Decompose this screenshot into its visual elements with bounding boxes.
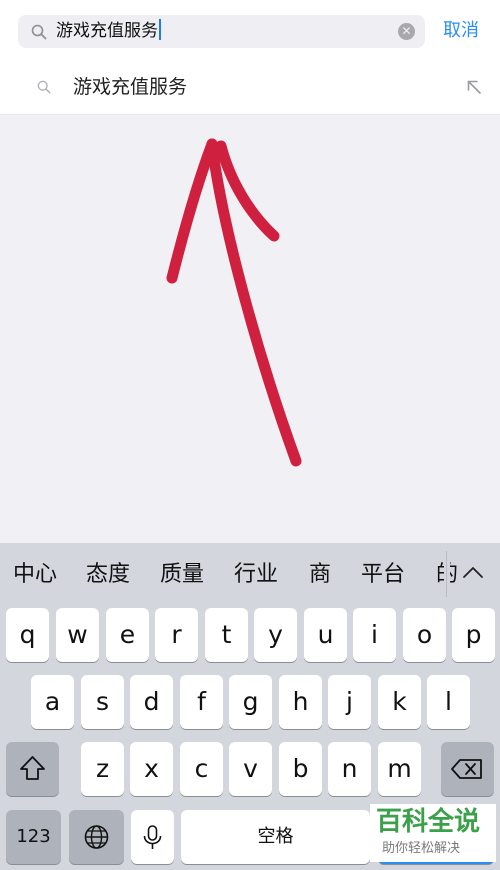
key-label: l [445, 687, 452, 716]
key-label: z [95, 754, 110, 783]
numbers-key[interactable]: 123 [6, 810, 61, 864]
key-f[interactable]: f [180, 675, 223, 729]
key-label: e [119, 620, 136, 649]
key-label: o [416, 620, 433, 649]
key-d[interactable]: d [130, 675, 173, 729]
watermark-title: 百科全说 [376, 807, 481, 837]
key-s[interactable]: s [81, 675, 124, 729]
key-z[interactable]: z [81, 742, 124, 796]
key-label: k [392, 687, 407, 716]
key-label: y [268, 620, 283, 649]
search-icon [37, 80, 51, 94]
annotation-arrow [166, 138, 302, 467]
text-caret [159, 19, 161, 40]
key-label: 123 [16, 826, 51, 847]
suggestion-item[interactable]: 游戏充值服务 [0, 60, 500, 115]
key-u[interactable]: u [304, 608, 347, 662]
search-query: 游戏充值服务 [56, 21, 158, 41]
key-n[interactable]: n [328, 742, 371, 796]
key-label: h [292, 687, 309, 716]
key-label: m [387, 754, 412, 783]
candidate-bar: 中心 态度 质量 行业 商 平台 的 [0, 543, 500, 605]
key-label: p [465, 620, 482, 649]
key-g[interactable]: g [229, 675, 272, 729]
key-j[interactable]: j [328, 675, 371, 729]
key-e[interactable]: e [106, 608, 149, 662]
candidate-item[interactable]: 平台 [361, 560, 405, 590]
key-label: q [19, 620, 36, 649]
key-b[interactable]: b [279, 742, 322, 796]
globe-key[interactable] [69, 810, 124, 864]
backspace-icon [451, 759, 482, 779]
key-label: t [221, 620, 232, 649]
search-field[interactable]: 游戏充值服务 ✕ [18, 15, 425, 48]
search-input[interactable]: 游戏充值服务 [56, 19, 161, 43]
shift-icon [20, 756, 45, 780]
candidate-item[interactable]: 行业 [234, 560, 278, 590]
search-header: 游戏充值服务 ✕ 取消 [0, 0, 500, 60]
key-v[interactable]: v [229, 742, 272, 796]
key-label: w [67, 620, 88, 649]
key-label: x [144, 754, 159, 783]
clear-icon[interactable]: ✕ [398, 23, 415, 40]
key-label: s [95, 687, 110, 716]
key-l[interactable]: l [427, 675, 470, 729]
key-label: b [292, 754, 309, 783]
arrow-up-left-icon[interactable] [466, 79, 482, 95]
key-i[interactable]: i [353, 608, 396, 662]
key-r[interactable]: r [155, 608, 198, 662]
key-label: r [171, 620, 182, 649]
key-label: c [194, 754, 209, 783]
key-label: g [242, 687, 259, 716]
chevron-up-icon[interactable] [462, 565, 484, 579]
candidate-item[interactable]: 商 [309, 560, 331, 590]
key-p[interactable]: p [452, 608, 495, 662]
candidate-item[interactable]: 质量 [160, 560, 204, 590]
key-label: d [143, 687, 160, 716]
candidate-item[interactable]: 中心 [13, 560, 57, 590]
shift-key[interactable] [6, 742, 59, 796]
key-y[interactable]: y [254, 608, 297, 662]
key-k[interactable]: k [378, 675, 421, 729]
key-a[interactable]: a [31, 675, 74, 729]
watermark-logo: 百科全说 助你轻松解决 [370, 804, 496, 862]
space-key[interactable]: 空格 [181, 810, 370, 864]
microphone-icon [143, 825, 162, 849]
microphone-key[interactable] [131, 810, 174, 864]
delete-key[interactable] [441, 742, 494, 796]
key-label: u [317, 620, 334, 649]
globe-icon [84, 825, 109, 849]
key-label: j [346, 687, 353, 716]
key-h[interactable]: h [279, 675, 322, 729]
candidate-item[interactable]: 态度 [86, 560, 130, 590]
key-label: f [197, 687, 206, 716]
key-t[interactable]: t [205, 608, 248, 662]
key-w[interactable]: w [56, 608, 99, 662]
key-o[interactable]: o [403, 608, 446, 662]
key-c[interactable]: c [180, 742, 223, 796]
cancel-button[interactable]: 取消 [443, 18, 479, 44]
key-x[interactable]: x [130, 742, 173, 796]
candidate-divider [446, 551, 447, 597]
key-q[interactable]: q [6, 608, 49, 662]
key-label: v [243, 754, 258, 783]
watermark-subtitle: 助你轻松解决 [382, 841, 461, 856]
key-label: 空格 [257, 826, 294, 847]
key-label: n [341, 754, 358, 783]
results-area [0, 116, 500, 543]
key-label: a [44, 687, 61, 716]
key-label: i [371, 620, 378, 649]
suggestion-text: 游戏充值服务 [73, 76, 188, 98]
candidate-divider [444, 543, 450, 605]
key-m[interactable]: m [378, 742, 421, 796]
search-icon [31, 24, 47, 40]
